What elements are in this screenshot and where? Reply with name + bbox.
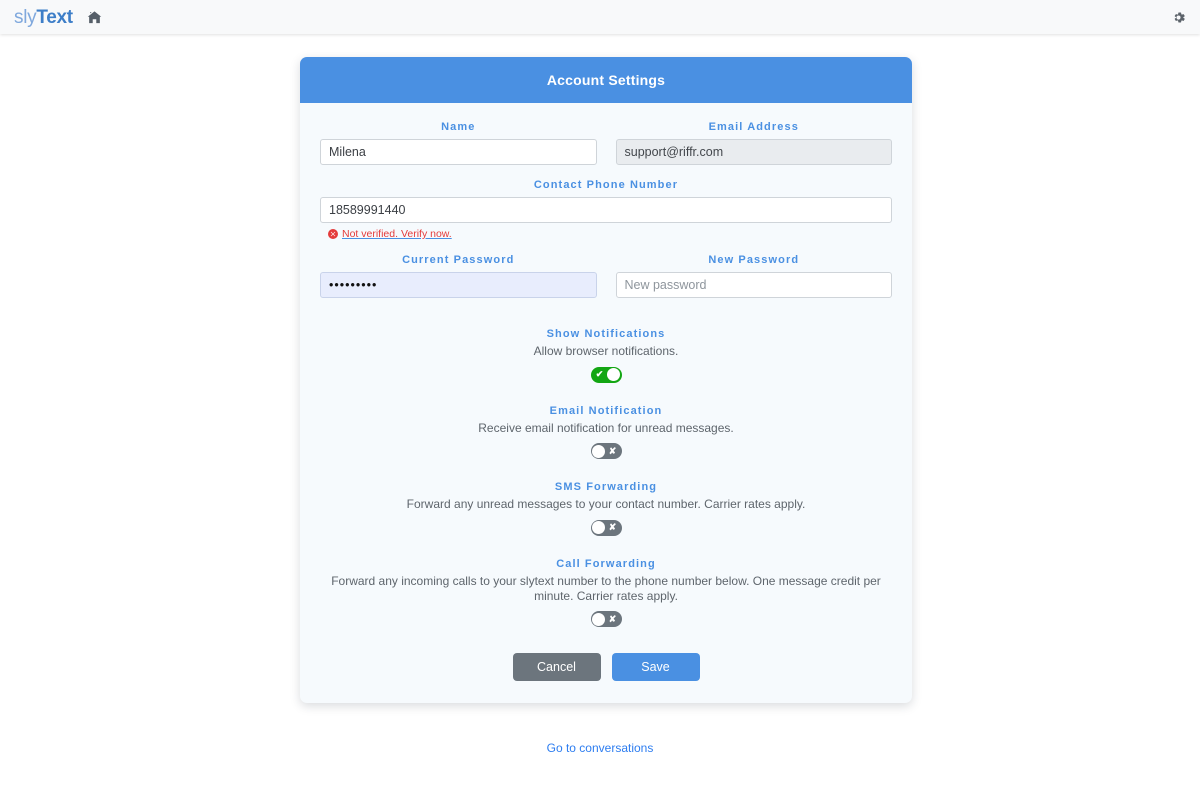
new-password-label: New Password (708, 254, 800, 266)
card-body: Name Email Address Contact Phone Number … (300, 103, 912, 703)
sms-forwarding-toggle[interactable]: ✘ (590, 519, 622, 536)
name-field-group: Name (320, 121, 597, 165)
home-icon[interactable] (87, 10, 102, 25)
page-title: Account Settings (546, 72, 666, 88)
show-notifications-toggle-wrap: ✔ (320, 366, 892, 383)
call-forwarding-description: Forward any incoming calls to your slyte… (331, 573, 881, 603)
save-button[interactable]: Save (611, 653, 700, 682)
current-password-input[interactable] (320, 272, 597, 298)
current-password-group: Current Password (320, 254, 597, 298)
toggle-knob (592, 612, 605, 626)
sms-forwarding-section: SMS Forwarding Forward any unread messag… (320, 481, 892, 536)
phone-label: Contact Phone Number (533, 179, 679, 191)
show-notifications-section: Show Notifications Allow browser notific… (320, 328, 892, 383)
email-notification-section: Email Notification Receive email notific… (320, 405, 892, 460)
sms-forwarding-description: Forward any unread messages to your cont… (406, 497, 806, 512)
phone-input[interactable] (320, 197, 892, 223)
card-header: Account Settings (300, 57, 912, 103)
phone-verify-notice[interactable]: Not verified. Verify now. (320, 228, 892, 240)
go-to-conversations-link[interactable]: Go to conversations (547, 741, 654, 755)
email-notification-toggle[interactable]: ✘ (590, 443, 622, 460)
verify-now-link[interactable]: Not verified. Verify now. (342, 228, 452, 240)
new-password-group: New Password (615, 254, 892, 298)
call-forwarding-label: Call Forwarding (556, 557, 656, 570)
toggle-knob (592, 444, 605, 458)
form-actions: Cancel Save (320, 653, 892, 682)
password-row: Current Password New Password (320, 254, 892, 298)
call-forwarding-toggle-wrap: ✘ (320, 611, 892, 628)
email-notification-description: Receive email notification for unread me… (478, 420, 734, 435)
cross-icon: ✘ (608, 522, 617, 533)
gear-icon[interactable] (1171, 10, 1186, 25)
footer: Go to conversations (0, 740, 1200, 755)
show-notifications-toggle[interactable]: ✔ (590, 366, 622, 383)
check-icon: ✔ (595, 369, 604, 380)
email-notification-toggle-wrap: ✘ (320, 443, 892, 460)
name-input[interactable] (320, 139, 597, 165)
current-password-label: Current Password (402, 254, 515, 266)
account-settings-card: Account Settings Name Email Address Cont… (300, 57, 912, 704)
show-notifications-label: Show Notifications (546, 328, 666, 340)
phone-field-group: Contact Phone Number Not verified. Verif… (320, 179, 892, 240)
email-input[interactable] (615, 139, 892, 165)
logo-text-sly: sly (14, 6, 37, 28)
error-circle-icon (328, 229, 338, 239)
call-forwarding-section: Call Forwarding Forward any incoming cal… (320, 557, 892, 628)
email-label: Email Address (708, 121, 799, 133)
name-email-row: Name Email Address (320, 121, 892, 165)
email-field-group: Email Address (615, 121, 892, 165)
cancel-button[interactable]: Cancel (512, 653, 601, 682)
call-forwarding-toggle[interactable]: ✘ (590, 611, 622, 628)
cross-icon: ✘ (608, 445, 617, 456)
toggle-knob (607, 368, 620, 382)
top-navbar: slyText (0, 0, 1200, 34)
name-label: Name (441, 121, 476, 133)
sms-forwarding-label: SMS Forwarding (554, 481, 658, 494)
toggle-knob (592, 521, 605, 535)
cross-icon: ✘ (608, 613, 617, 624)
show-notifications-description: Allow browser notifications. (533, 344, 679, 358)
logo-text-text: Text (36, 6, 73, 28)
new-password-input[interactable] (615, 272, 892, 298)
app-logo[interactable]: slyText (14, 8, 73, 27)
email-notification-label: Email Notification (549, 404, 663, 417)
sms-forwarding-toggle-wrap: ✘ (320, 519, 892, 536)
